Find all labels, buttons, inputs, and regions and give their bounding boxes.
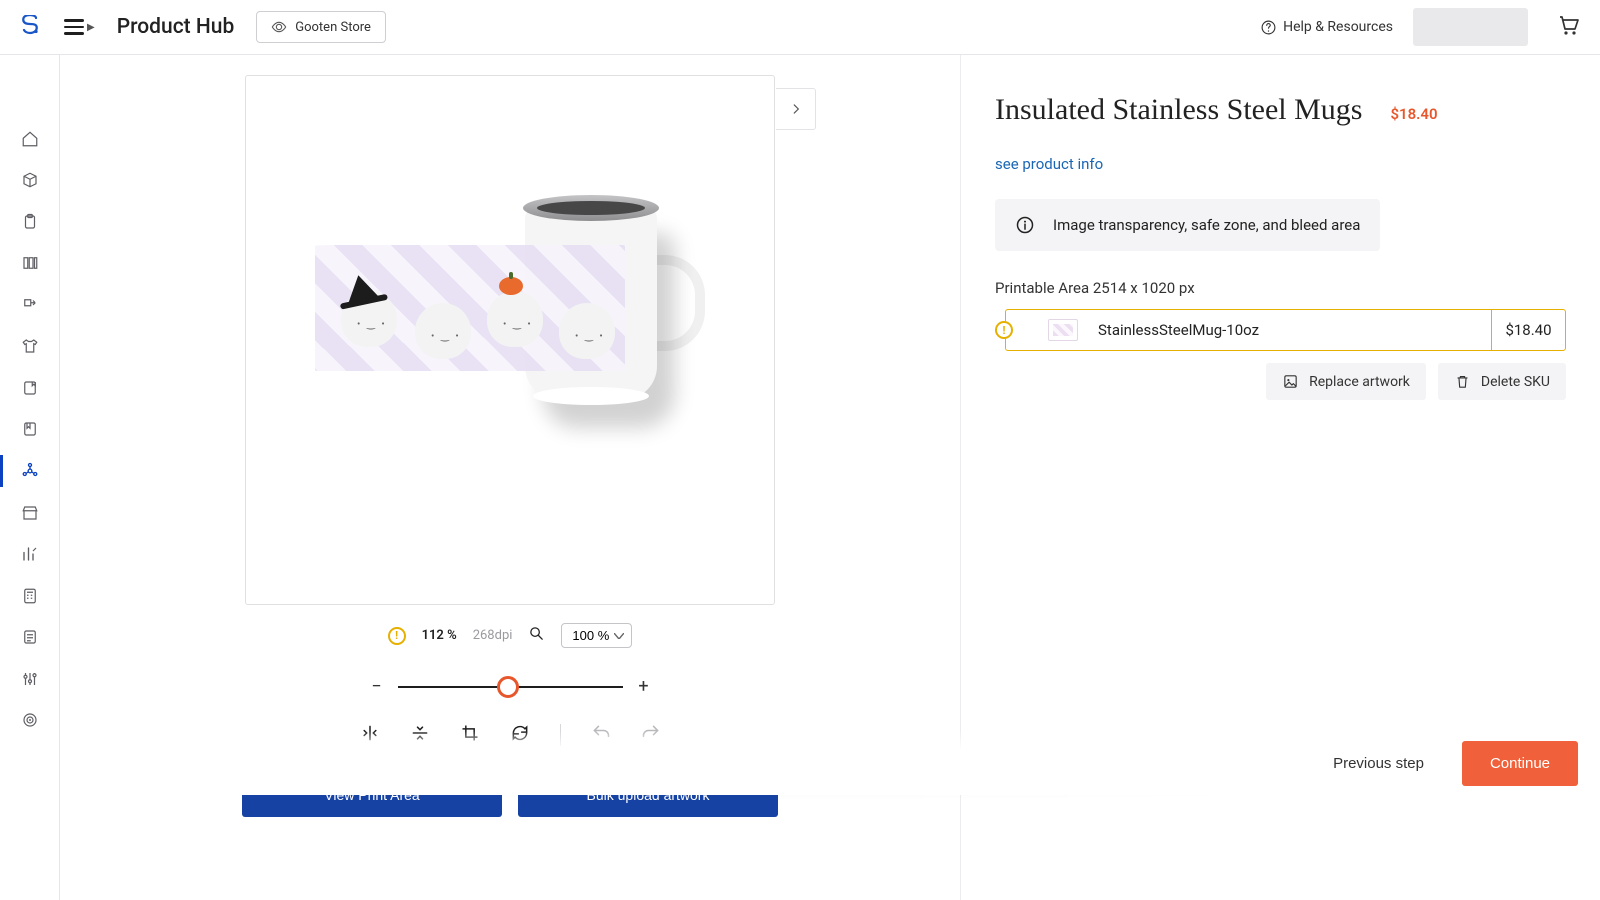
replace-artwork-label: Replace artwork bbox=[1309, 374, 1410, 390]
product-title: Insulated Stainless Steel Mugs bbox=[995, 93, 1362, 126]
info-icon bbox=[1015, 215, 1035, 235]
collection-icon bbox=[21, 254, 39, 272]
nav-settings[interactable] bbox=[0, 669, 59, 689]
cart-button[interactable] bbox=[1556, 13, 1580, 41]
zoom-out-button[interactable]: − bbox=[370, 676, 384, 697]
product-info-link[interactable]: see product info bbox=[995, 155, 1566, 173]
export-icon bbox=[21, 296, 39, 314]
previous-step-button[interactable]: Previous step bbox=[1311, 741, 1446, 786]
nav-target[interactable] bbox=[0, 710, 59, 730]
artwork-overlay: • ‿ • • ‿ • • ‿ • • ‿ • bbox=[315, 245, 625, 371]
document-icon bbox=[21, 628, 39, 646]
continue-button[interactable]: Continue bbox=[1462, 741, 1578, 786]
preview-store-label: Gooten Store bbox=[295, 20, 371, 35]
printable-area-label: Printable Area 2514 x 1020 px bbox=[995, 279, 1566, 297]
info-callout[interactable]: Image transparency, safe zone, and bleed… bbox=[995, 199, 1380, 251]
nav-doc[interactable] bbox=[0, 627, 59, 647]
expand-panel-button[interactable] bbox=[776, 88, 816, 130]
zoom-slider-track[interactable] bbox=[398, 686, 623, 688]
image-icon bbox=[1282, 373, 1299, 390]
tshirt-icon bbox=[21, 337, 39, 355]
sku-warning-icon: ! bbox=[995, 321, 1013, 339]
product-price: $18.40 bbox=[1390, 105, 1437, 123]
hub-icon bbox=[21, 462, 39, 480]
zoom-tool[interactable] bbox=[528, 625, 545, 646]
hamburger-icon bbox=[64, 19, 84, 35]
delete-sku-label: Delete SKU bbox=[1481, 374, 1550, 390]
app-header: ▶ Product Hub Gooten Store Help & Resour… bbox=[0, 0, 1600, 55]
sku-name: StainlessSteelMug-10oz bbox=[1078, 310, 1491, 350]
magnifier-icon bbox=[528, 625, 545, 642]
nav-product-hub[interactable] bbox=[0, 461, 59, 481]
nav-bookmark[interactable] bbox=[0, 420, 59, 440]
zoom-select[interactable]: 100 % bbox=[561, 623, 632, 648]
home-icon bbox=[21, 130, 39, 148]
clipboard-icon bbox=[21, 213, 39, 231]
nav-library[interactable] bbox=[0, 254, 59, 274]
wizard-footer: Previous step Continue bbox=[60, 731, 1600, 795]
nav-apparel[interactable] bbox=[0, 337, 59, 357]
nav-clipboard[interactable] bbox=[0, 212, 59, 232]
cart-icon bbox=[1556, 13, 1580, 37]
note-icon bbox=[21, 379, 39, 397]
zoom-slider: − + bbox=[370, 676, 651, 697]
warning-icon: ! bbox=[388, 627, 406, 645]
trash-icon bbox=[1454, 373, 1471, 390]
dpi-readout: 268dpi bbox=[473, 628, 513, 643]
storefront-icon bbox=[21, 504, 39, 522]
target-icon bbox=[21, 711, 39, 729]
help-label: Help & Resources bbox=[1283, 19, 1393, 35]
package-icon bbox=[21, 171, 39, 189]
help-link[interactable]: Help & Resources bbox=[1260, 19, 1393, 36]
sku-thumbnail bbox=[1048, 319, 1078, 341]
sku-row[interactable]: StainlessSteelMug-10oz $18.40 bbox=[1005, 309, 1566, 351]
nav-store[interactable] bbox=[0, 503, 59, 523]
preview-canvas[interactable]: • ‿ • • ‿ • • ‿ • • ‿ • bbox=[245, 75, 775, 605]
bookmark-icon bbox=[21, 420, 39, 438]
delete-sku-button[interactable]: Delete SKU bbox=[1438, 363, 1566, 400]
chevron-right-icon bbox=[789, 102, 803, 116]
nav-notes[interactable] bbox=[0, 378, 59, 398]
logo bbox=[4, 15, 56, 39]
chart-icon bbox=[21, 545, 39, 563]
nav-analytics[interactable] bbox=[0, 544, 59, 564]
scale-percent: 112 % bbox=[422, 628, 457, 643]
zoom-slider-thumb[interactable] bbox=[497, 676, 519, 698]
chevron-right-icon: ▶ bbox=[87, 22, 95, 33]
sidebar bbox=[0, 55, 60, 900]
nav-export[interactable] bbox=[0, 295, 59, 315]
nav-home[interactable] bbox=[0, 129, 59, 149]
sku-price: $18.40 bbox=[1491, 310, 1565, 350]
page-title: Product Hub bbox=[117, 15, 235, 39]
zoom-in-button[interactable]: + bbox=[637, 676, 651, 697]
help-icon bbox=[1260, 19, 1277, 36]
brand-g-icon bbox=[21, 15, 39, 39]
callout-text: Image transparency, safe zone, and bleed… bbox=[1053, 216, 1360, 234]
menu-toggle[interactable]: ▶ bbox=[56, 11, 103, 43]
preview-store-button[interactable]: Gooten Store bbox=[256, 11, 386, 43]
canvas-meta: ! 112 % 268dpi 100 % bbox=[388, 623, 633, 648]
nav-orders[interactable] bbox=[0, 171, 59, 191]
sku-actions: Replace artwork Delete SKU bbox=[995, 363, 1566, 400]
sliders-icon bbox=[21, 670, 39, 688]
product-mockup: • ‿ • • ‿ • • ‿ • • ‿ • bbox=[295, 195, 725, 425]
replace-artwork-button[interactable]: Replace artwork bbox=[1266, 363, 1426, 400]
calculator-icon bbox=[21, 587, 39, 605]
eye-icon bbox=[271, 19, 287, 35]
nav-calc[interactable] bbox=[0, 586, 59, 606]
header-placeholder-button[interactable] bbox=[1413, 8, 1528, 46]
